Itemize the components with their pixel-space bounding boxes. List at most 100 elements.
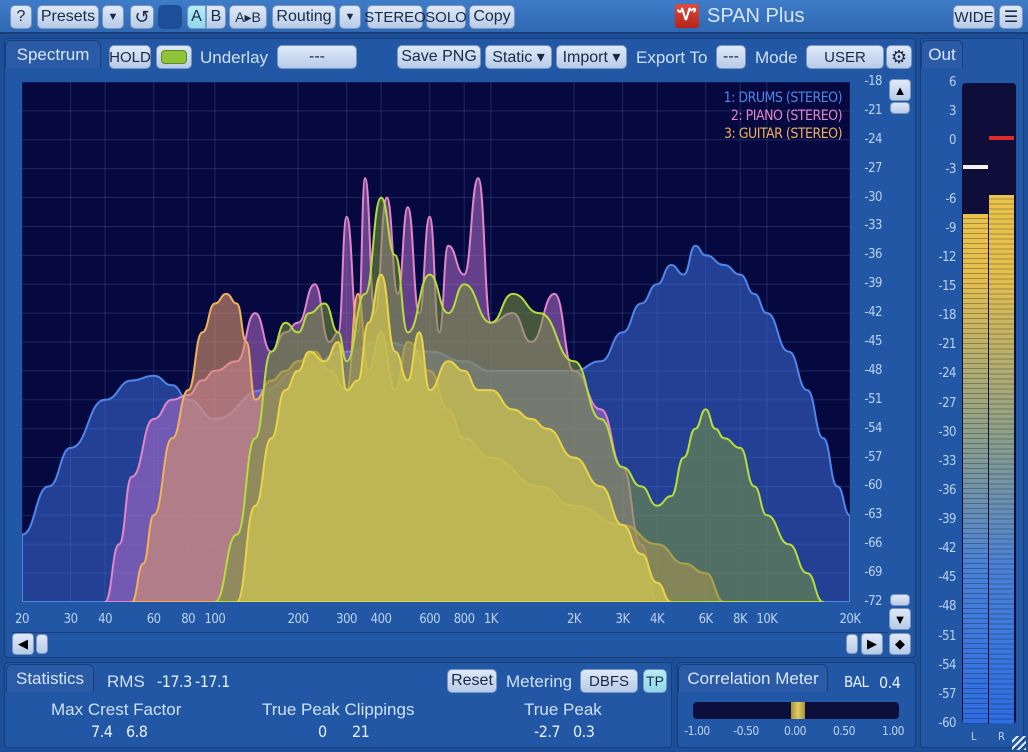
resize-grip-icon[interactable] — [1012, 736, 1026, 750]
horizontal-scroll-thumb-right[interactable] — [846, 634, 858, 654]
copy-button[interactable]: Copy — [469, 5, 515, 29]
true-peak-left-value: -2.7 — [534, 722, 561, 741]
hold-color-swatch[interactable] — [156, 45, 192, 69]
horizontal-scroll-thumb-left[interactable] — [36, 634, 48, 654]
frequency-tick-label: 40 — [98, 612, 113, 627]
solo-button[interactable]: SOLO — [425, 5, 467, 29]
max-crest-label: Max Crest Factor — [51, 700, 182, 719]
output-meter-tick-label: -36 — [938, 482, 956, 498]
correlation-indicator — [791, 702, 806, 719]
rms-right-value: -17.1 — [195, 672, 230, 691]
hold-color-chip — [161, 50, 187, 64]
routing-dropdown-icon[interactable]: ▼ — [339, 5, 361, 29]
db-tick-label: -51 — [864, 391, 882, 407]
output-meter-tick-label: -57 — [938, 686, 956, 702]
output-meter-tick-label: -15 — [938, 278, 956, 294]
true-peak-label: True Peak — [524, 700, 602, 719]
output-meter-tick-label: -60 — [938, 716, 956, 731]
db-tick-label: -63 — [864, 507, 882, 523]
scroll-left-button[interactable]: ◀ — [12, 633, 34, 655]
vertical-scroll-thumb-top[interactable] — [890, 102, 910, 114]
db-tick-label: -33 — [864, 218, 882, 234]
vertical-scroll-thumb-bottom[interactable] — [890, 594, 910, 606]
correlation-meter-tab[interactable]: Correlation Meter — [678, 664, 828, 692]
metering-label: Metering — [506, 672, 573, 691]
import-dropdown[interactable]: Import ▾ — [556, 45, 627, 69]
ab-b-button[interactable]: B — [206, 5, 226, 29]
wide-button[interactable]: WIDE — [953, 5, 995, 29]
stereo-button[interactable]: STEREO — [364, 5, 426, 29]
presets-dropdown-icon[interactable]: ▼ — [102, 5, 124, 29]
routing-button[interactable]: Routing — [272, 5, 336, 29]
true-peak-clippings-label: True Peak Clippings — [262, 700, 415, 719]
true-peak-clippings-left-value: 0 — [318, 722, 327, 741]
left-peak-hold — [963, 165, 988, 170]
output-meter-tick-label: -33 — [938, 453, 956, 469]
zoom-reset-button[interactable]: ◆ — [889, 633, 911, 655]
frequency-tick-label: 20K — [839, 612, 861, 627]
frequency-tick-label: 200 — [287, 612, 309, 627]
output-meter-tick-label: -27 — [938, 395, 956, 411]
undo-icon[interactable]: ↺ — [130, 5, 154, 29]
output-level-meter — [962, 83, 1016, 724]
correlation-tick-label: -1.00 — [684, 724, 710, 738]
frequency-tick-label: 20 — [15, 612, 29, 627]
underlay-select[interactable]: --- — [277, 45, 357, 69]
output-meter-tick-label: -51 — [938, 628, 956, 644]
db-tick-label: -54 — [864, 420, 882, 436]
scroll-down-button[interactable]: ▼ — [889, 608, 911, 630]
db-tick-label: -36 — [864, 247, 882, 263]
frequency-tick-label: 2K — [566, 612, 582, 627]
right-peak-hold — [989, 136, 1014, 141]
reset-button[interactable]: Reset — [447, 669, 497, 693]
correlation-bar — [693, 702, 899, 719]
metering-select[interactable]: DBFS — [580, 669, 638, 693]
mode-label: Mode — [755, 48, 798, 67]
frequency-tick-label: 3K — [615, 612, 631, 627]
true-peak-toggle[interactable]: TP — [643, 669, 667, 693]
static-dropdown[interactable]: Static ▾ — [485, 45, 552, 69]
db-tick-label: -21 — [864, 102, 882, 118]
export-to-select[interactable]: --- — [716, 45, 746, 69]
horizontal-scrollbar[interactable] — [12, 632, 888, 656]
balance-value: 0.4 — [879, 673, 901, 692]
spectrum-tab[interactable]: Spectrum — [5, 40, 101, 68]
hold-button[interactable]: HOLD — [109, 45, 151, 69]
db-tick-label: -57 — [864, 449, 882, 465]
legend-entry-guitar: 3: GUITAR (STEREO) — [723, 126, 843, 142]
help-button[interactable]: ? — [10, 5, 32, 29]
presets-button[interactable]: Presets — [37, 5, 99, 29]
ab-a-button[interactable]: A — [187, 5, 206, 29]
mode-select[interactable]: USER — [806, 45, 884, 69]
frequency-tick-label: 6K — [698, 612, 714, 627]
db-tick-label: -30 — [864, 189, 882, 205]
db-tick-label: -72 — [864, 594, 882, 609]
output-meter-tick-label: -21 — [938, 337, 956, 353]
undo-history-slot — [158, 5, 182, 29]
statistics-tab[interactable]: Statistics — [6, 664, 94, 692]
output-meter-tick-label: 6 — [949, 75, 956, 90]
settings-gear-icon[interactable]: ⚙ — [886, 45, 912, 69]
scroll-right-button[interactable]: ▶ — [861, 633, 883, 655]
frequency-tick-label: 4K — [650, 612, 665, 627]
spectrum-plot[interactable]: 1: DRUMS (STEREO) 2: PIANO (STEREO) 3: G… — [22, 82, 850, 602]
true-peak-right-value: 0.3 — [573, 722, 595, 741]
frequency-tick-label: 600 — [419, 612, 441, 627]
output-meter-tick-label: -18 — [938, 308, 956, 324]
frequency-tick-label: 10K — [756, 612, 778, 627]
true-peak-clippings-right-value: 21 — [352, 722, 370, 741]
title-bar: ? Presets ▼ ↺ A B A▸B Routing ▼ STEREO S… — [0, 0, 1028, 34]
scroll-up-button[interactable]: ▲ — [889, 79, 911, 101]
db-tick-label: -66 — [864, 536, 882, 552]
menu-icon[interactable]: ☰ — [999, 5, 1023, 29]
save-png-button[interactable]: Save PNG — [397, 45, 481, 69]
db-tick-label: -27 — [864, 160, 882, 176]
db-tick-label: -60 — [864, 478, 882, 494]
output-tab[interactable]: Out — [921, 40, 963, 68]
frequency-tick-label: 1K — [483, 612, 499, 627]
frequency-tick-label: 60 — [146, 612, 161, 627]
underlay-label: Underlay — [200, 48, 269, 67]
correlation-tick-label: 1.00 — [881, 724, 905, 738]
ab-copy-button[interactable]: A▸B — [229, 5, 267, 29]
right-channel-label: R — [998, 730, 1005, 743]
